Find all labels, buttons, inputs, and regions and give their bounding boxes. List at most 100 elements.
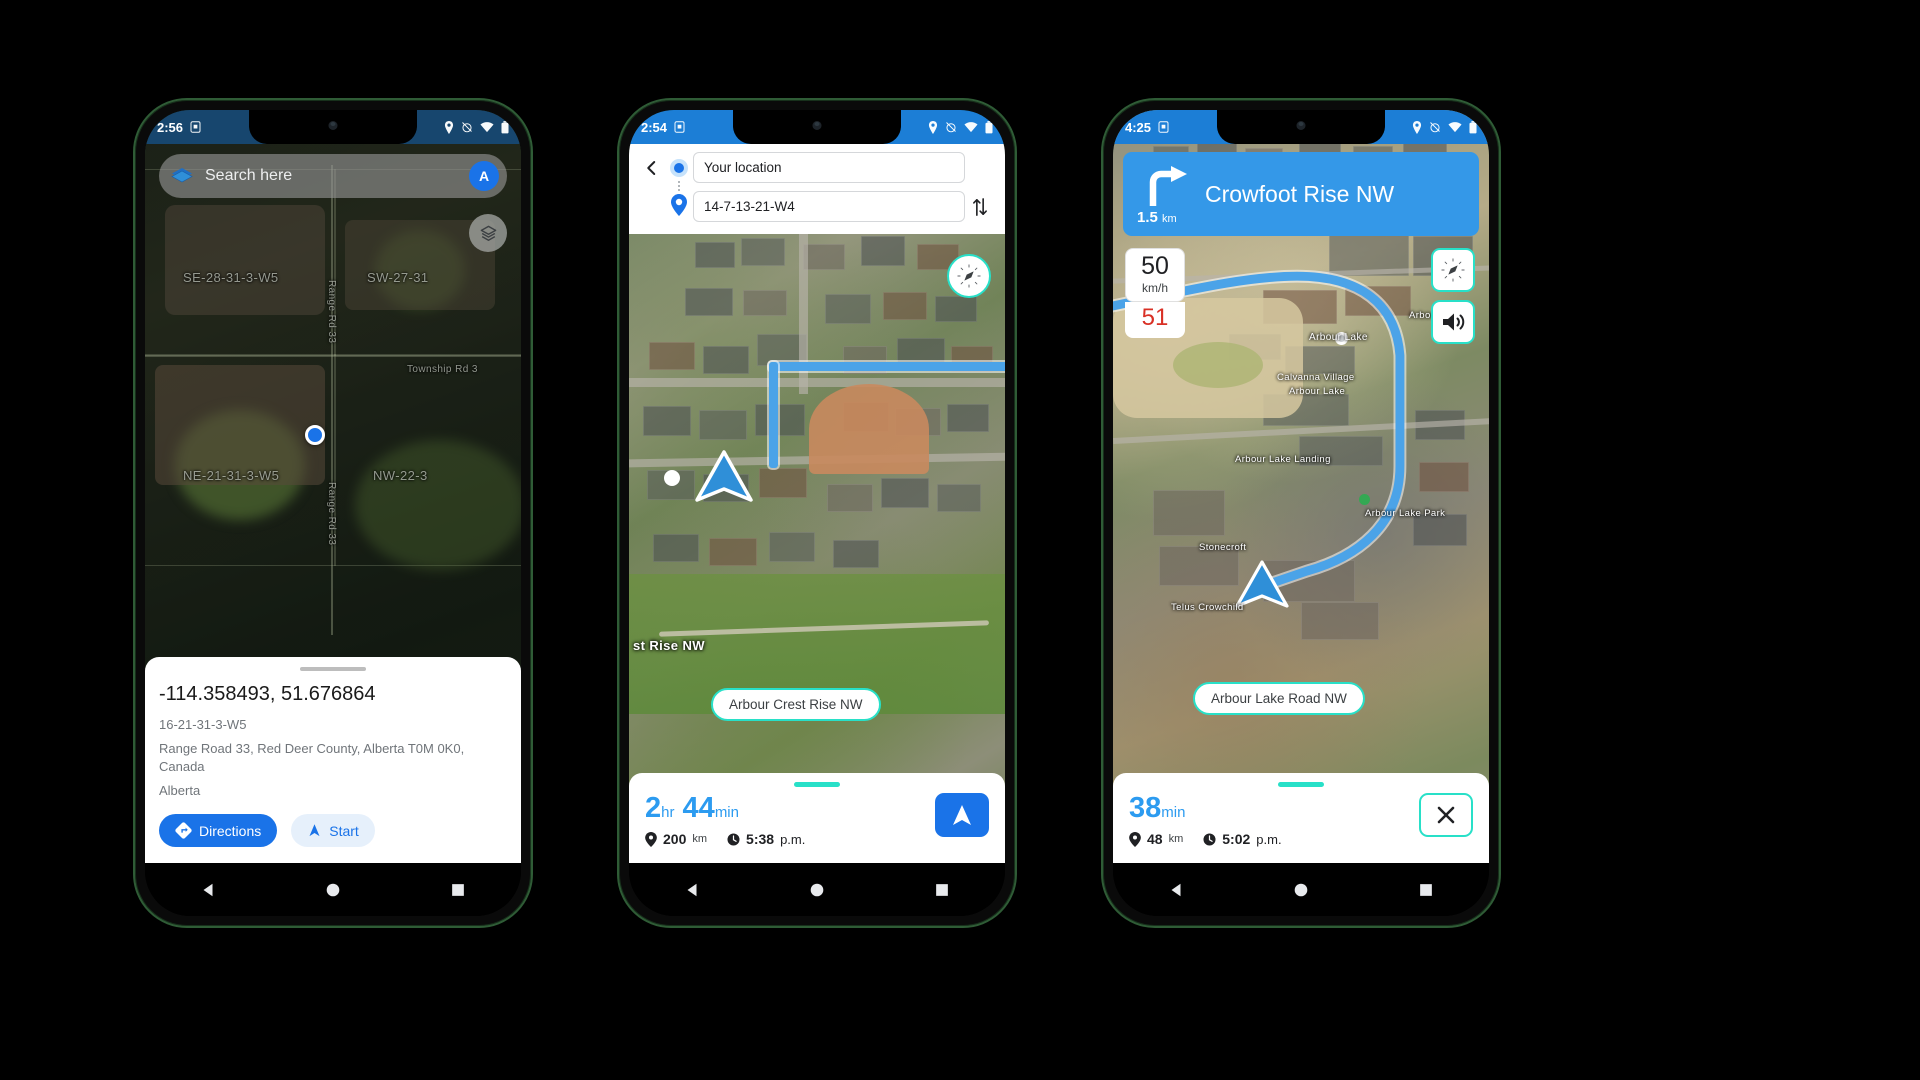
- turn-distance-unit: km: [1162, 213, 1177, 225]
- eta-duration: 2hr 44min: [645, 791, 935, 824]
- android-nav-bar: [629, 863, 1005, 916]
- eta-arrival-suffix: p.m.: [780, 831, 806, 847]
- road-line: [145, 355, 521, 357]
- baseball-diamond: [809, 384, 929, 474]
- eta-distance: 200: [663, 831, 687, 847]
- back-nav-button[interactable]: [1167, 881, 1185, 899]
- street-name-pill: Arbour Lake Road NW: [1193, 682, 1365, 715]
- location-icon: [1412, 120, 1422, 134]
- eta-duration: 38min: [1129, 791, 1419, 824]
- navigation-eta-sheet: 38min 48 km 5:02 p.m.: [1113, 772, 1489, 863]
- eta-arrival-suffix: p.m.: [1256, 831, 1282, 847]
- distance-pin-icon: [1129, 831, 1141, 847]
- front-camera-icon: [1296, 121, 1306, 130]
- camera-notch: [733, 110, 901, 144]
- sim-icon: [1158, 121, 1169, 133]
- back-button[interactable]: [639, 159, 665, 177]
- compass-button[interactable]: [947, 254, 991, 298]
- phone-screen-frame: st Rise NW Arbour Crest Rise NW Your loc…: [629, 110, 1005, 916]
- search-input[interactable]: Search here: [205, 167, 469, 185]
- search-bar[interactable]: Search here A: [159, 154, 507, 198]
- region-text: Alberta: [159, 783, 201, 799]
- home-nav-button[interactable]: [808, 881, 826, 899]
- map-label-street: Township Rd 3: [407, 364, 478, 375]
- battery-icon: [501, 120, 509, 134]
- compass-button[interactable]: [1431, 248, 1475, 292]
- start-button[interactable]: Start: [291, 814, 375, 847]
- swap-endpoints-button[interactable]: [965, 197, 995, 217]
- android-nav-bar: [1113, 863, 1489, 916]
- building-footprints: [629, 234, 1005, 863]
- eta-hours: 2: [645, 791, 662, 824]
- sheet-grabber[interactable]: [300, 666, 366, 671]
- back-nav-button[interactable]: [683, 881, 701, 899]
- navigation-arrow-icon: [307, 823, 322, 838]
- maps-layers-logo-icon: [167, 161, 197, 191]
- camera-notch: [1217, 110, 1385, 144]
- turn-distance-value: 1.5: [1137, 209, 1158, 226]
- map-label: Calvanna Village: [1277, 372, 1355, 383]
- place-details-card: -114.358493, 51.676864 16-21-31-3-W5 Ran…: [145, 656, 521, 863]
- turn-instruction-banner: 1.5 km Crowfoot Rise NW: [1123, 152, 1479, 236]
- turn-right-icon: [1145, 166, 1189, 206]
- satellite-map-suburb[interactable]: st Rise NW: [629, 234, 1005, 863]
- map-layers-button[interactable]: [469, 214, 507, 252]
- start-navigation-button[interactable]: [935, 792, 989, 837]
- sheet-grabber[interactable]: [1278, 781, 1324, 787]
- wifi-icon: [964, 121, 978, 133]
- navigation-arrow-icon: [950, 803, 974, 827]
- recents-nav-button[interactable]: [1417, 881, 1435, 899]
- front-camera-icon: [328, 121, 338, 130]
- recents-nav-button[interactable]: [933, 881, 951, 899]
- back-nav-button[interactable]: [199, 881, 217, 899]
- eta-distance-unit: km: [692, 833, 708, 845]
- map-label: SE-28-31-3-W5: [183, 270, 279, 285]
- battery-icon: [1469, 120, 1477, 134]
- sound-toggle-button[interactable]: [1431, 300, 1475, 344]
- home-nav-button[interactable]: [1292, 881, 1310, 899]
- directions-button[interactable]: Directions: [159, 814, 278, 847]
- selected-location-marker[interactable]: [305, 425, 325, 445]
- lsd-text: 16-21-31-3-W5: [159, 716, 247, 732]
- compass-icon: [1440, 257, 1466, 283]
- eta-minutes: 38: [1129, 791, 1162, 824]
- destination-pin-icon: [665, 181, 693, 216]
- battery-icon: [985, 120, 993, 134]
- home-nav-button[interactable]: [324, 881, 342, 899]
- coordinates-title: -114.358493, 51.676864: [159, 682, 376, 705]
- phone-screen-frame: Arbour Lake Calvanna Village Arbour Lake…: [1113, 110, 1489, 916]
- clock-icon: [1203, 832, 1216, 846]
- distance-pin-icon: [645, 831, 657, 847]
- origin-input[interactable]: Your location: [693, 152, 965, 183]
- status-time: 2:54: [641, 119, 668, 135]
- park-poi-icon: [1359, 494, 1370, 505]
- layers-icon: [479, 224, 498, 243]
- route-line: [769, 362, 778, 468]
- eta-minutes: 44: [682, 791, 715, 824]
- directions-label: Directions: [199, 822, 262, 839]
- eta-minutes-unit: min: [1161, 803, 1186, 821]
- account-avatar[interactable]: A: [469, 161, 499, 191]
- start-label: Start: [329, 822, 359, 839]
- sim-icon: [674, 121, 685, 133]
- address-text: Range Road 33, Red Deer County, Alberta …: [159, 741, 465, 774]
- exit-navigation-button[interactable]: [1419, 792, 1473, 837]
- status-time: 4:25: [1125, 119, 1152, 135]
- current-speed-value: 51: [1125, 302, 1185, 338]
- phone1-screen: SE-28-31-3-W5 SW-27-31 NE-21-31-3-W5 NW-…: [145, 110, 521, 863]
- map-label: Arbour Lake: [1289, 386, 1346, 397]
- destination-input[interactable]: 14-7-13-21-W4: [693, 191, 965, 222]
- map-label: SW-27-31: [367, 270, 429, 285]
- recents-nav-button[interactable]: [449, 881, 467, 899]
- map-label: Arbour Lake Park: [1365, 508, 1446, 519]
- origin-dot-icon: [665, 158, 693, 177]
- eta-summary: 38min 48 km 5:02 p.m.: [1129, 783, 1419, 847]
- speed-limit-value: 50: [1141, 252, 1169, 280]
- eta-details: 200 km 5:38 p.m.: [645, 831, 935, 847]
- sheet-grabber[interactable]: [794, 781, 840, 787]
- map-label-street: st Rise NW: [633, 638, 705, 653]
- eta-hours-unit: hr: [661, 803, 675, 821]
- street-name-pill: Arbour Crest Rise NW: [711, 688, 881, 721]
- speed-panel: 50 km/h 51: [1125, 248, 1185, 338]
- directions-icon: [175, 822, 192, 839]
